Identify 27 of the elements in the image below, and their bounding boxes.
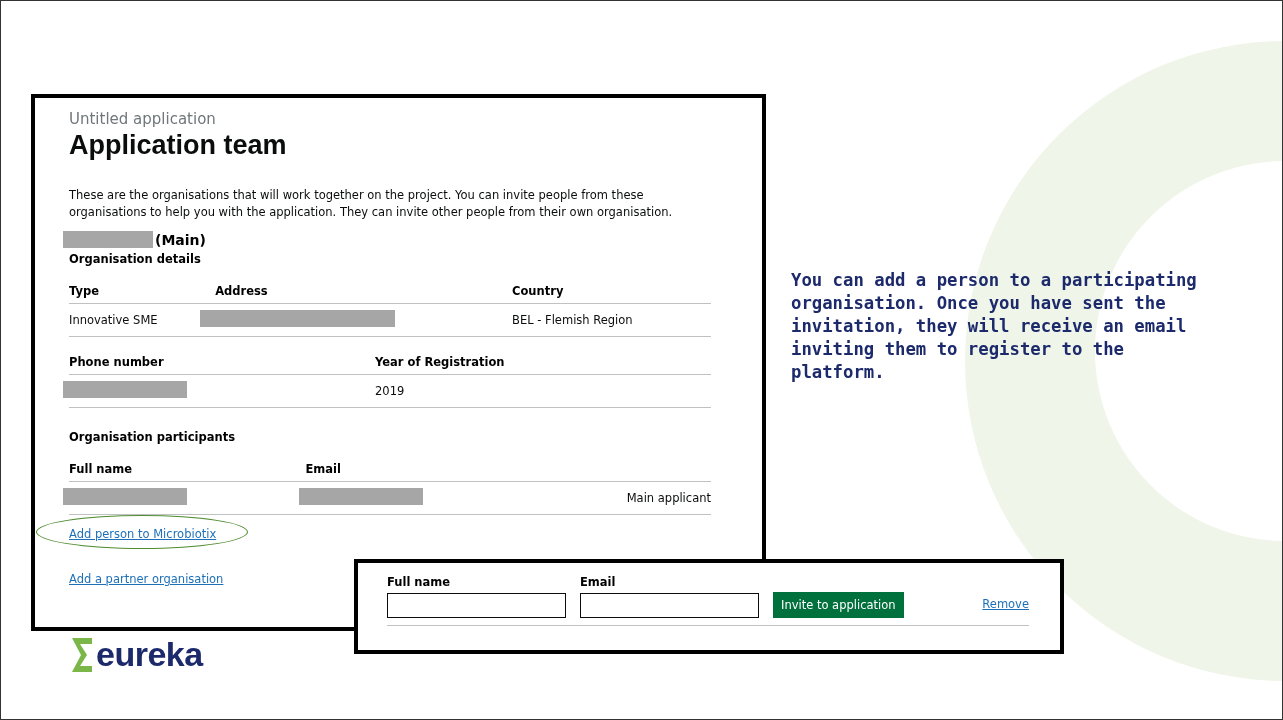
column-header: Email [305,458,542,482]
text-link[interactable]: Add a partner organisation [69,572,224,586]
input-field[interactable] [580,593,759,618]
column-header: Phone number [69,351,375,375]
section-heading: Organisation participants [69,430,237,444]
invite-button[interactable]: Invite to application [773,592,904,618]
column-header: Type [69,280,216,304]
sigma-icon [71,635,93,674]
field-label: Full name [387,575,452,589]
page-caption: Untitled application [69,110,217,128]
text-link[interactable]: Add person to Microbiotix [69,527,217,541]
field-label: Email [580,575,617,589]
column-header: Address [215,280,512,304]
logo-text: eureka [96,635,203,674]
organisation-suffix: (Main) [155,231,206,248]
section-heading: Organisation details [69,252,202,266]
column-header: Year of Registration [375,351,711,375]
table-cell: BEL - Flemish Region [512,303,711,337]
table-cell: 2019 [375,374,711,408]
table-cell: Main applicant [541,481,711,515]
intro-text: These are the organisations that will work together on the project. You can invite people from these organisations to help you with the application. They can invite other people from their own organisation. [69,187,674,221]
page-title: Application team [69,130,288,161]
callout-text: You can add a person to a participating organisation. Once you have sent the invitation, they will receive an email inviting them to register to the platform. [791,269,1198,384]
input-field[interactable] [387,593,566,618]
column-header: Country [512,280,711,304]
remove-link[interactable]: Remove [982,597,1029,611]
column-header: Full name [69,458,306,482]
